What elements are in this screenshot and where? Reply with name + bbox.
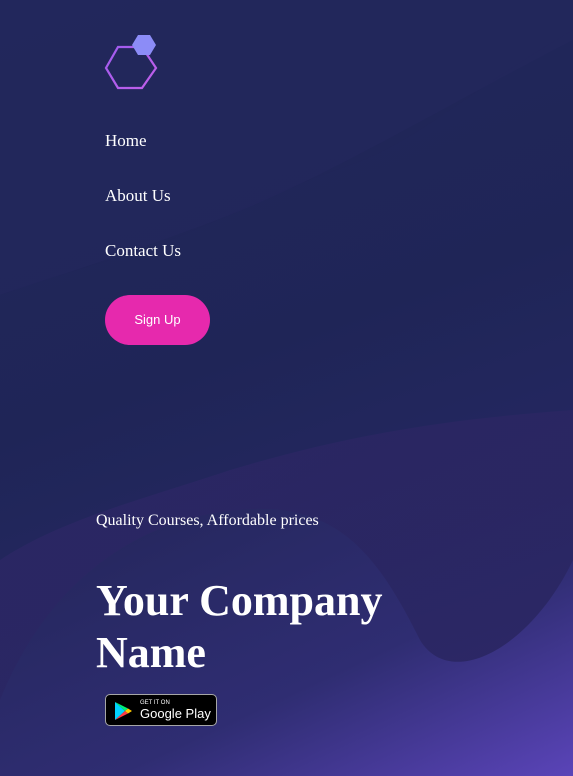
google-play-badge[interactable]: GET IT ON Google Play	[105, 694, 217, 726]
google-play-icon	[115, 702, 132, 720]
badge-large-text: Google Play	[140, 706, 211, 721]
hex-small	[132, 35, 156, 55]
hero-tagline: Quality Courses, Affordable prices	[96, 512, 319, 529]
hexagon-logo-icon[interactable]	[104, 34, 160, 90]
nav-contact-link[interactable]: Contact Us	[105, 241, 181, 261]
sign-up-button[interactable]: Sign Up	[105, 295, 210, 345]
landing-page: Home About Us Contact Us Sign Up Quality…	[0, 0, 573, 776]
nav-about-link[interactable]: About Us	[105, 186, 171, 206]
company-name-heading: Your Company Name	[96, 576, 383, 677]
nav-home-link[interactable]: Home	[105, 131, 147, 151]
